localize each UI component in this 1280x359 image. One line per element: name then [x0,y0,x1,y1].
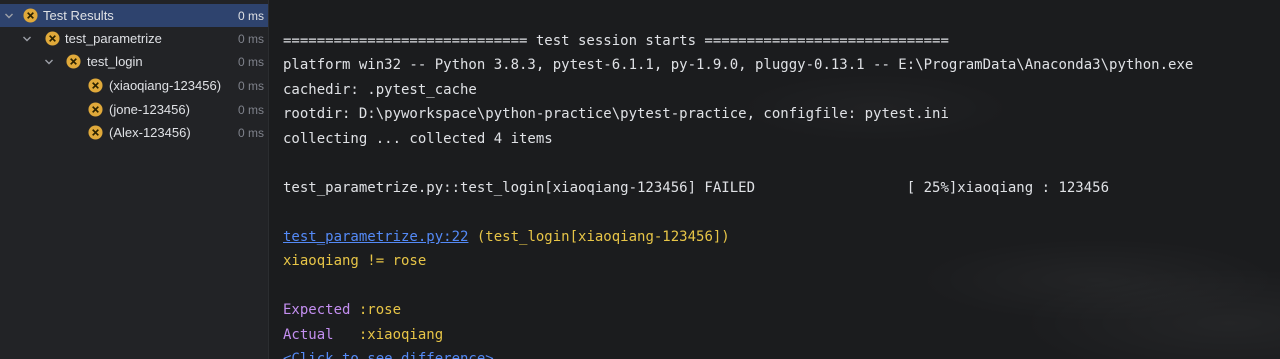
test-result-line: test_parametrize.py::test_login[xiaoqian… [283,180,1110,196]
failed-x-circle-icon [88,125,103,140]
duration-label: 0 ms [237,125,264,140]
rootdir-line: rootdir: D:\pyworkspace\python-practice\… [283,106,949,122]
duration-label: 0 ms [237,8,264,23]
tree-row-test-login[interactable]: test_login 0 ms [0,50,268,73]
actual-key: Actual [283,327,359,343]
chevron-down-icon[interactable] [3,10,15,22]
tree-row-label: (Alex-123456) [109,125,191,140]
tree-row-test-results[interactable]: Test Results 0 ms [0,4,268,27]
traceback-line: test_parametrize.py:22 (test_login[xiaoq… [283,227,730,247]
platform-line: platform win32 -- Python 3.8.3, pytest-6… [283,57,1194,73]
see-difference-link[interactable]: <Click to see difference> [283,349,494,359]
tree-row-label: test_login [87,54,143,69]
actual-line: Actual :xiaoqiang [283,325,443,345]
tree-row-param-jone[interactable]: (jone-123456) 0 ms [0,98,268,121]
tree-row-label: (jone-123456) [109,102,190,117]
tree-row-label: test_parametrize [65,31,162,46]
duration-label: 0 ms [237,31,264,46]
duration-label: 0 ms [237,54,264,69]
test-results-tree: Test Results 0 ms test_parametrize 0 ms … [0,0,269,359]
failed-x-circle-icon [88,102,103,117]
chevron-down-icon[interactable] [21,33,33,45]
expected-value: :rose [358,302,402,318]
tree-row-label: Test Results [43,8,114,23]
failed-x-circle-icon [88,78,103,93]
failed-x-circle-icon [66,54,81,69]
expected-key: Expected [283,302,359,318]
actual-value: :xiaoqiang [358,327,444,343]
tree-row-param-xiaoqiang[interactable]: (xiaoqiang-123456) 0 ms [0,74,268,97]
source-location-link[interactable]: test_parametrize.py:22 [283,229,468,245]
duration-label: 0 ms [237,78,264,93]
traceback-test-id: (test_login[xiaoqiang-123456]) [468,229,730,245]
tree-row-test-parametrize[interactable]: test_parametrize 0 ms [0,27,268,50]
session-header-line: ============================= test sessi… [283,33,949,49]
expected-line: Expected :rose [283,300,401,320]
console-output[interactable]: ============================= test sessi… [269,0,1280,359]
failed-x-circle-icon [45,31,60,46]
failed-x-circle-icon [23,8,38,23]
tree-row-param-alex[interactable]: (Alex-123456) 0 ms [0,121,268,144]
cachedir-line: cachedir: .pytest_cache [283,82,477,98]
collecting-line: collecting ... collected 4 items [283,131,553,147]
assertion-message: xiaoqiang != rose [283,253,427,269]
chevron-down-icon[interactable] [43,56,55,68]
tree-row-label: (xiaoqiang-123456) [109,78,222,93]
duration-label: 0 ms [237,102,264,117]
